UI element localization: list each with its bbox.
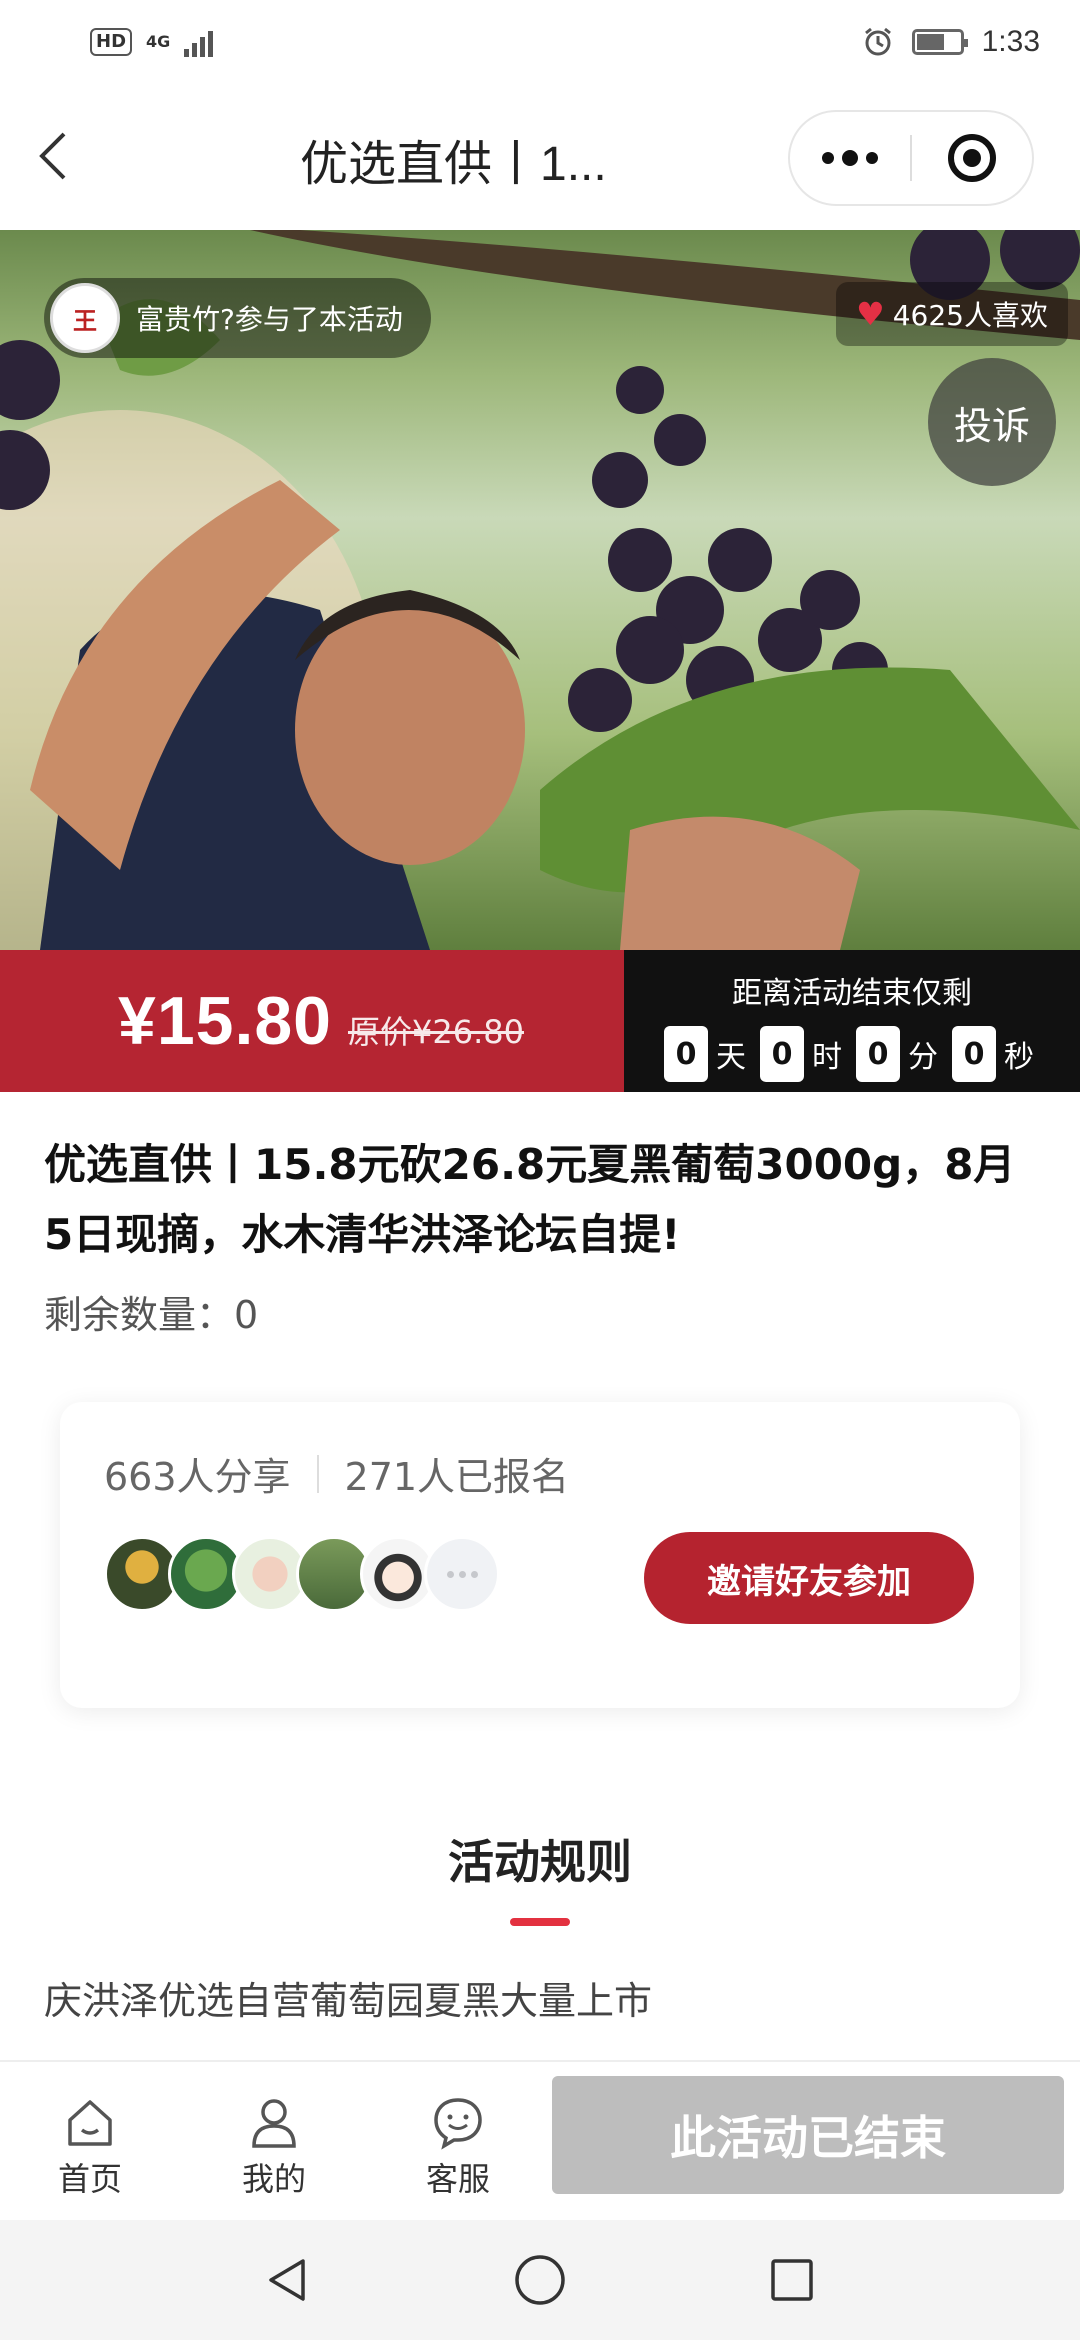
participant-avatars[interactable]	[104, 1536, 500, 1612]
countdown-title: 距离活动结束仅剩	[732, 976, 972, 1011]
battery-icon	[911, 29, 968, 55]
bottom-tab-bar: 首页 我的 客服 此活动已结束	[0, 2060, 1080, 2220]
signal-icon	[184, 27, 214, 57]
product-title: 优选直供丨15.8元砍26.8元夏黑葡萄3000g，8月5日现摘，水木清华洪泽论…	[44, 1140, 1016, 1259]
clock-time: 1:33	[981, 25, 1040, 58]
stats-divider	[316, 1454, 319, 1493]
participant-text: 富贵竹?参与了本活动	[136, 303, 403, 336]
countdown-minutes-unit: 分	[908, 1040, 938, 1075]
status-bar: HD 4G 1:33	[0, 0, 1080, 84]
page-title: 优选直供丨1...	[300, 138, 607, 191]
nav-recents-icon[interactable]	[767, 2255, 817, 2305]
close-miniprogram-button[interactable]	[912, 134, 1032, 182]
invite-friends-button[interactable]: 邀请好友参加	[644, 1532, 974, 1624]
nav-bar: 优选直供丨1...	[0, 84, 1080, 230]
chat-smile-icon	[434, 2098, 482, 2150]
share-count: 663人分享	[104, 1455, 291, 1499]
nav-back-icon[interactable]	[263, 2255, 313, 2305]
countdown-seconds-unit: 秒	[1004, 1040, 1034, 1075]
user-icon	[252, 2099, 296, 2148]
participant-avatar: 王	[50, 283, 120, 353]
more-dots-icon[interactable]	[790, 112, 910, 204]
tab-service[interactable]: 客服	[398, 2094, 518, 2200]
current-price: ¥15.80	[118, 983, 332, 1059]
home-icon	[68, 2100, 112, 2146]
countdown-hours-unit: 时	[812, 1040, 842, 1075]
tab-home-label: 首页	[57, 2160, 122, 2198]
countdown-hours: 0	[760, 1026, 804, 1082]
countdown-days: 0	[664, 1026, 708, 1082]
rules-text: 庆洪泽优选自营葡萄园夏黑大量上市	[44, 1979, 653, 2023]
activity-ended-button[interactable]: 此活动已结束	[552, 2076, 1064, 2194]
tab-mine[interactable]: 我的	[214, 2094, 334, 2200]
heart-icon: ♥	[856, 295, 885, 333]
more-avatars-icon	[424, 1536, 500, 1612]
registered-count: 271人已报名	[344, 1455, 570, 1499]
countdown-panel: 距离活动结束仅剩 0 天 0 时 0 分 0 秒	[624, 950, 1080, 1092]
miniprogram-capsule	[788, 110, 1034, 206]
countdown-seconds: 0	[952, 1026, 996, 1082]
nav-home-icon[interactable]	[513, 2253, 567, 2307]
price-bar: ¥15.80 原价¥26.80	[0, 950, 624, 1092]
tab-home[interactable]: 首页	[30, 2094, 150, 2200]
tab-mine-label: 我的	[241, 2160, 306, 2198]
hd-badge: HD	[90, 28, 133, 56]
system-nav-bar	[0, 2220, 1080, 2340]
tab-service-label: 客服	[425, 2160, 490, 2198]
likes-count: 4625人喜欢	[892, 299, 1048, 332]
target-icon	[948, 134, 996, 182]
participant-banner: 王 富贵竹?参与了本活动	[44, 278, 431, 358]
network-label: 4G	[146, 32, 171, 51]
original-price: 原价¥26.80	[347, 1013, 524, 1051]
share-card: 663人分享 271人已报名 邀请好友参加	[60, 1402, 1020, 1708]
countdown-days-unit: 天	[716, 1040, 746, 1075]
back-arrow-icon[interactable]	[26, 126, 86, 186]
complain-button[interactable]: 投诉	[928, 358, 1056, 486]
remaining-count: 剩余数量：0	[44, 1293, 259, 1337]
alarm-icon	[864, 27, 891, 56]
likes-badge[interactable]: ♥ 4625人喜欢	[836, 282, 1068, 346]
hero-image: 王 富贵竹?参与了本活动 ♥ 4625人喜欢 投诉	[0, 230, 1080, 950]
countdown-minutes: 0	[856, 1026, 900, 1082]
rules-heading: 活动规则	[448, 1835, 632, 1889]
rules-underline	[510, 1918, 570, 1926]
